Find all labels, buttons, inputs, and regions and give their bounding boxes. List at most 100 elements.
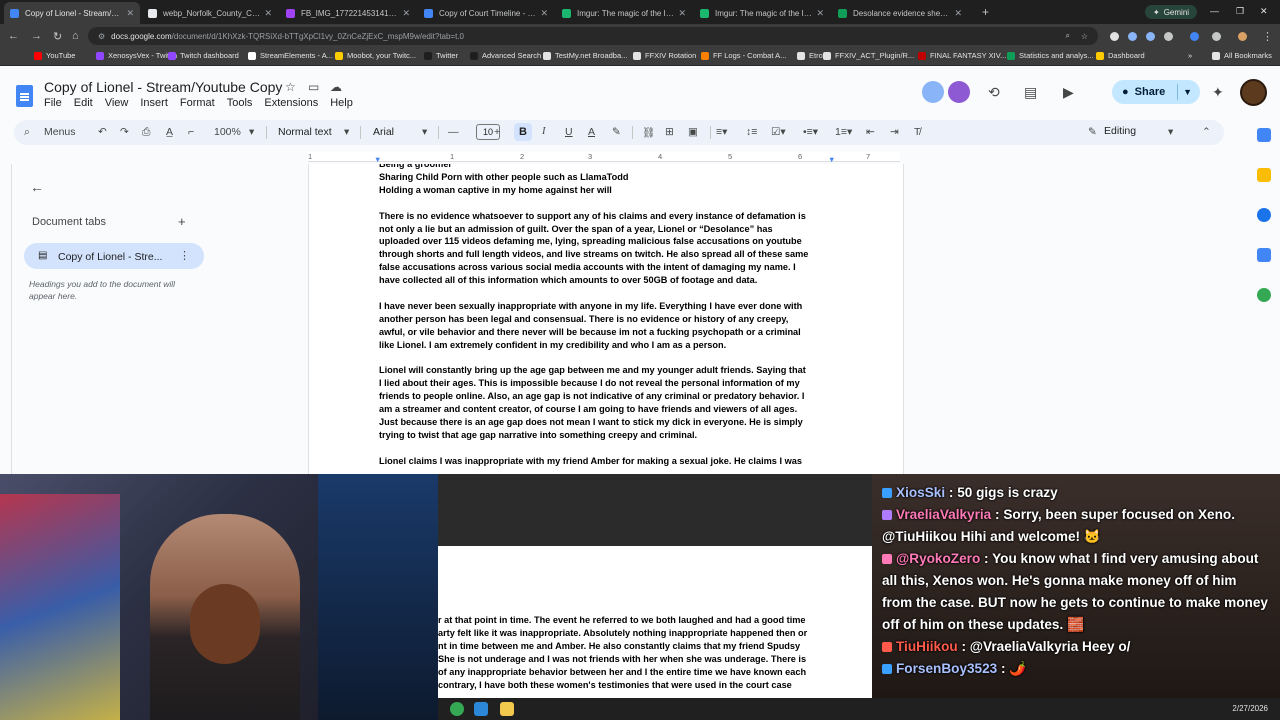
chat-username[interactable]: TiuHiikou <box>896 639 958 654</box>
browser-tab[interactable]: Copy of Court Timeline - Goog ✕ <box>418 2 554 24</box>
chat-username[interactable]: ForsenBoy3523 <box>896 661 997 676</box>
browser-tab[interactable]: Copy of Lionel - Stream/Youtub ✕ <box>4 2 140 24</box>
reload-icon[interactable]: ↻ <box>53 30 62 43</box>
cloud-saved-icon[interactable]: ☁ <box>330 80 342 94</box>
checklist-icon[interactable]: ☑▾ <box>771 126 786 138</box>
redo-icon[interactable]: ↷ <box>120 126 129 138</box>
gemini-sparkle-icon[interactable]: ✦ <box>1212 84 1224 101</box>
gemini-button[interactable]: ✦ Gemini <box>1145 5 1198 19</box>
bookmark-item[interactable]: Etro <box>797 51 823 60</box>
bookmark-item[interactable]: Twitch dashboard <box>168 51 239 60</box>
insert-image-icon[interactable]: ▣ <box>688 126 698 138</box>
back-icon[interactable]: ← <box>8 30 19 42</box>
tab-close-icon[interactable]: ✕ <box>678 8 686 19</box>
comments-icon[interactable]: ▤ <box>1024 84 1037 101</box>
home-icon[interactable]: ⌂ <box>72 30 79 42</box>
bookmark-item[interactable]: Dashboard <box>1096 51 1145 60</box>
tasks-icon[interactable] <box>1257 208 1271 222</box>
add-tab-icon[interactable]: + <box>178 214 186 229</box>
browser-tab[interactable]: FB_IMG_1772214531415.jpg (9✕ <box>280 2 416 24</box>
bulleted-list-icon[interactable]: •≡▾ <box>803 126 818 138</box>
url-bar[interactable]: ⚙ docs.google.com /document/d/1KhXzk-TQR… <box>88 27 1098 45</box>
new-tab-button[interactable]: + <box>982 5 989 19</box>
document-title[interactable]: Copy of Lionel - Stream/Youtube Copy <box>44 79 282 95</box>
bookmark-item[interactable]: YouTube <box>34 51 75 60</box>
site-info-icon[interactable]: ⚙ <box>98 32 105 41</box>
keep-icon[interactable] <box>1257 168 1271 182</box>
collapse-menus-icon[interactable]: ⌃ <box>1202 126 1211 138</box>
highlight-color-icon[interactable]: ✎ <box>612 126 621 138</box>
collaborator-avatar[interactable] <box>922 81 944 103</box>
underline-icon[interactable]: U <box>565 126 573 138</box>
forward-icon[interactable]: → <box>31 30 42 42</box>
chevron-down-icon[interactable]: ▾ <box>1168 126 1173 138</box>
share-button[interactable]: ● Share ▼ <box>1112 80 1200 104</box>
bookmark-item[interactable]: FFXIV Rotation <box>633 51 696 60</box>
text-color-icon[interactable]: A <box>588 126 595 138</box>
menu-item-file[interactable]: File <box>44 97 62 109</box>
chat-username[interactable]: XiosSki <box>896 485 945 500</box>
browser-tab[interactable]: Desolance evidence sheet - Go ✕ <box>832 2 968 24</box>
tab-close-icon[interactable]: ✕ <box>540 8 548 19</box>
chevron-down-icon[interactable]: ▼ <box>1177 84 1192 100</box>
bookmark-item[interactable]: Moobot, your Twitc... <box>335 51 416 60</box>
menu-item-help[interactable]: Help <box>330 97 353 109</box>
extension-icon[interactable] <box>1110 32 1119 41</box>
version-history-icon[interactable]: ⟲ <box>988 84 1000 101</box>
numbered-list-icon[interactable]: 1≡▾ <box>835 126 852 138</box>
left-indent-marker[interactable]: ▼ <box>374 155 381 164</box>
tab-close-icon[interactable]: ✕ <box>264 8 272 19</box>
ruler-scale[interactable]: 1 1 2 3 4 5 6 7 ▼ ▼ <box>308 152 900 164</box>
bookmark-item[interactable]: FFXIV_ACT_Plugin/R... <box>823 51 914 60</box>
meet-icon[interactable]: ▶ <box>1063 84 1074 101</box>
bookmark-item[interactable]: Advanced Search <box>470 51 541 60</box>
clear-formatting-icon[interactable]: T̸ <box>914 126 920 138</box>
document-tab-item[interactable]: ▤ Copy of Lionel - Stre... ⋮ <box>24 243 204 269</box>
maximize-icon[interactable]: ❐ <box>1236 6 1244 17</box>
menu-item-view[interactable]: View <box>105 97 129 109</box>
editing-mode-select[interactable]: Editing <box>1104 125 1136 137</box>
right-indent-marker[interactable]: ▼ <box>828 155 835 164</box>
extension-icon[interactable] <box>1190 32 1199 41</box>
account-avatar[interactable] <box>1240 79 1267 106</box>
menu-item-format[interactable]: Format <box>180 97 215 109</box>
bookmark-item[interactable]: FF Logs - Combat A... <box>701 51 786 60</box>
menu-item-edit[interactable]: Edit <box>74 97 93 109</box>
extensions-puzzle-icon[interactable] <box>1212 32 1221 41</box>
paint-format-icon[interactable]: ⌐ <box>188 126 194 138</box>
all-bookmarks-button[interactable]: All Bookmarks <box>1212 51 1272 60</box>
decrease-indent-icon[interactable]: ⇤ <box>866 126 875 138</box>
spellcheck-icon[interactable]: A̲ <box>166 126 173 138</box>
menu-item-tools[interactable]: Tools <box>227 97 253 109</box>
maps-icon[interactable] <box>1257 288 1271 302</box>
tab-close-icon[interactable]: ✕ <box>954 8 962 19</box>
move-folder-icon[interactable]: ▭ <box>308 80 319 94</box>
tab-close-icon[interactable]: ✕ <box>126 8 134 19</box>
print-icon[interactable]: ⎙ <box>142 126 150 139</box>
undo-icon[interactable]: ↶ <box>98 126 107 138</box>
bookmark-item[interactable]: XenosysVex - Twitch <box>96 51 177 60</box>
more-options-icon[interactable]: ⋮ <box>179 249 190 262</box>
bookmark-star-icon[interactable]: ☆ <box>1081 32 1088 41</box>
minimize-icon[interactable]: — <box>1210 6 1219 16</box>
menu-item-extensions[interactable]: Extensions <box>264 97 318 109</box>
chat-username[interactable]: @RyokoZero <box>896 551 980 566</box>
document-page[interactable]: Being a groomer Sharing Child Porn with o… <box>308 164 904 474</box>
calendar-icon[interactable] <box>1257 128 1271 142</box>
italic-icon[interactable]: I <box>542 126 546 137</box>
collaborator-avatar[interactable] <box>948 81 970 103</box>
menu-item-insert[interactable]: Insert <box>140 97 168 109</box>
align-icon[interactable]: ≡▾ <box>716 126 727 138</box>
browser-tab[interactable]: Imgur: The magic of the Intern ✕ <box>556 2 692 24</box>
star-icon[interactable]: ☆ <box>285 80 296 94</box>
bookmark-item[interactable]: Twitter <box>424 51 458 60</box>
line-spacing-icon[interactable]: ↕≡ <box>746 126 757 138</box>
zoom-icon[interactable]: ⌕ <box>1066 31 1070 41</box>
font-select[interactable]: Arial <box>373 126 394 138</box>
menus-search[interactable]: Menus <box>44 126 76 138</box>
add-comment-icon[interactable]: ⊞ <box>665 126 674 138</box>
extension-icon[interactable] <box>1128 32 1137 41</box>
browser-tab[interactable]: Imgur: The magic of the Intern ✕ <box>694 2 830 24</box>
bold-button[interactable]: B <box>514 123 532 141</box>
increase-indent-icon[interactable]: ⇥ <box>890 126 899 138</box>
